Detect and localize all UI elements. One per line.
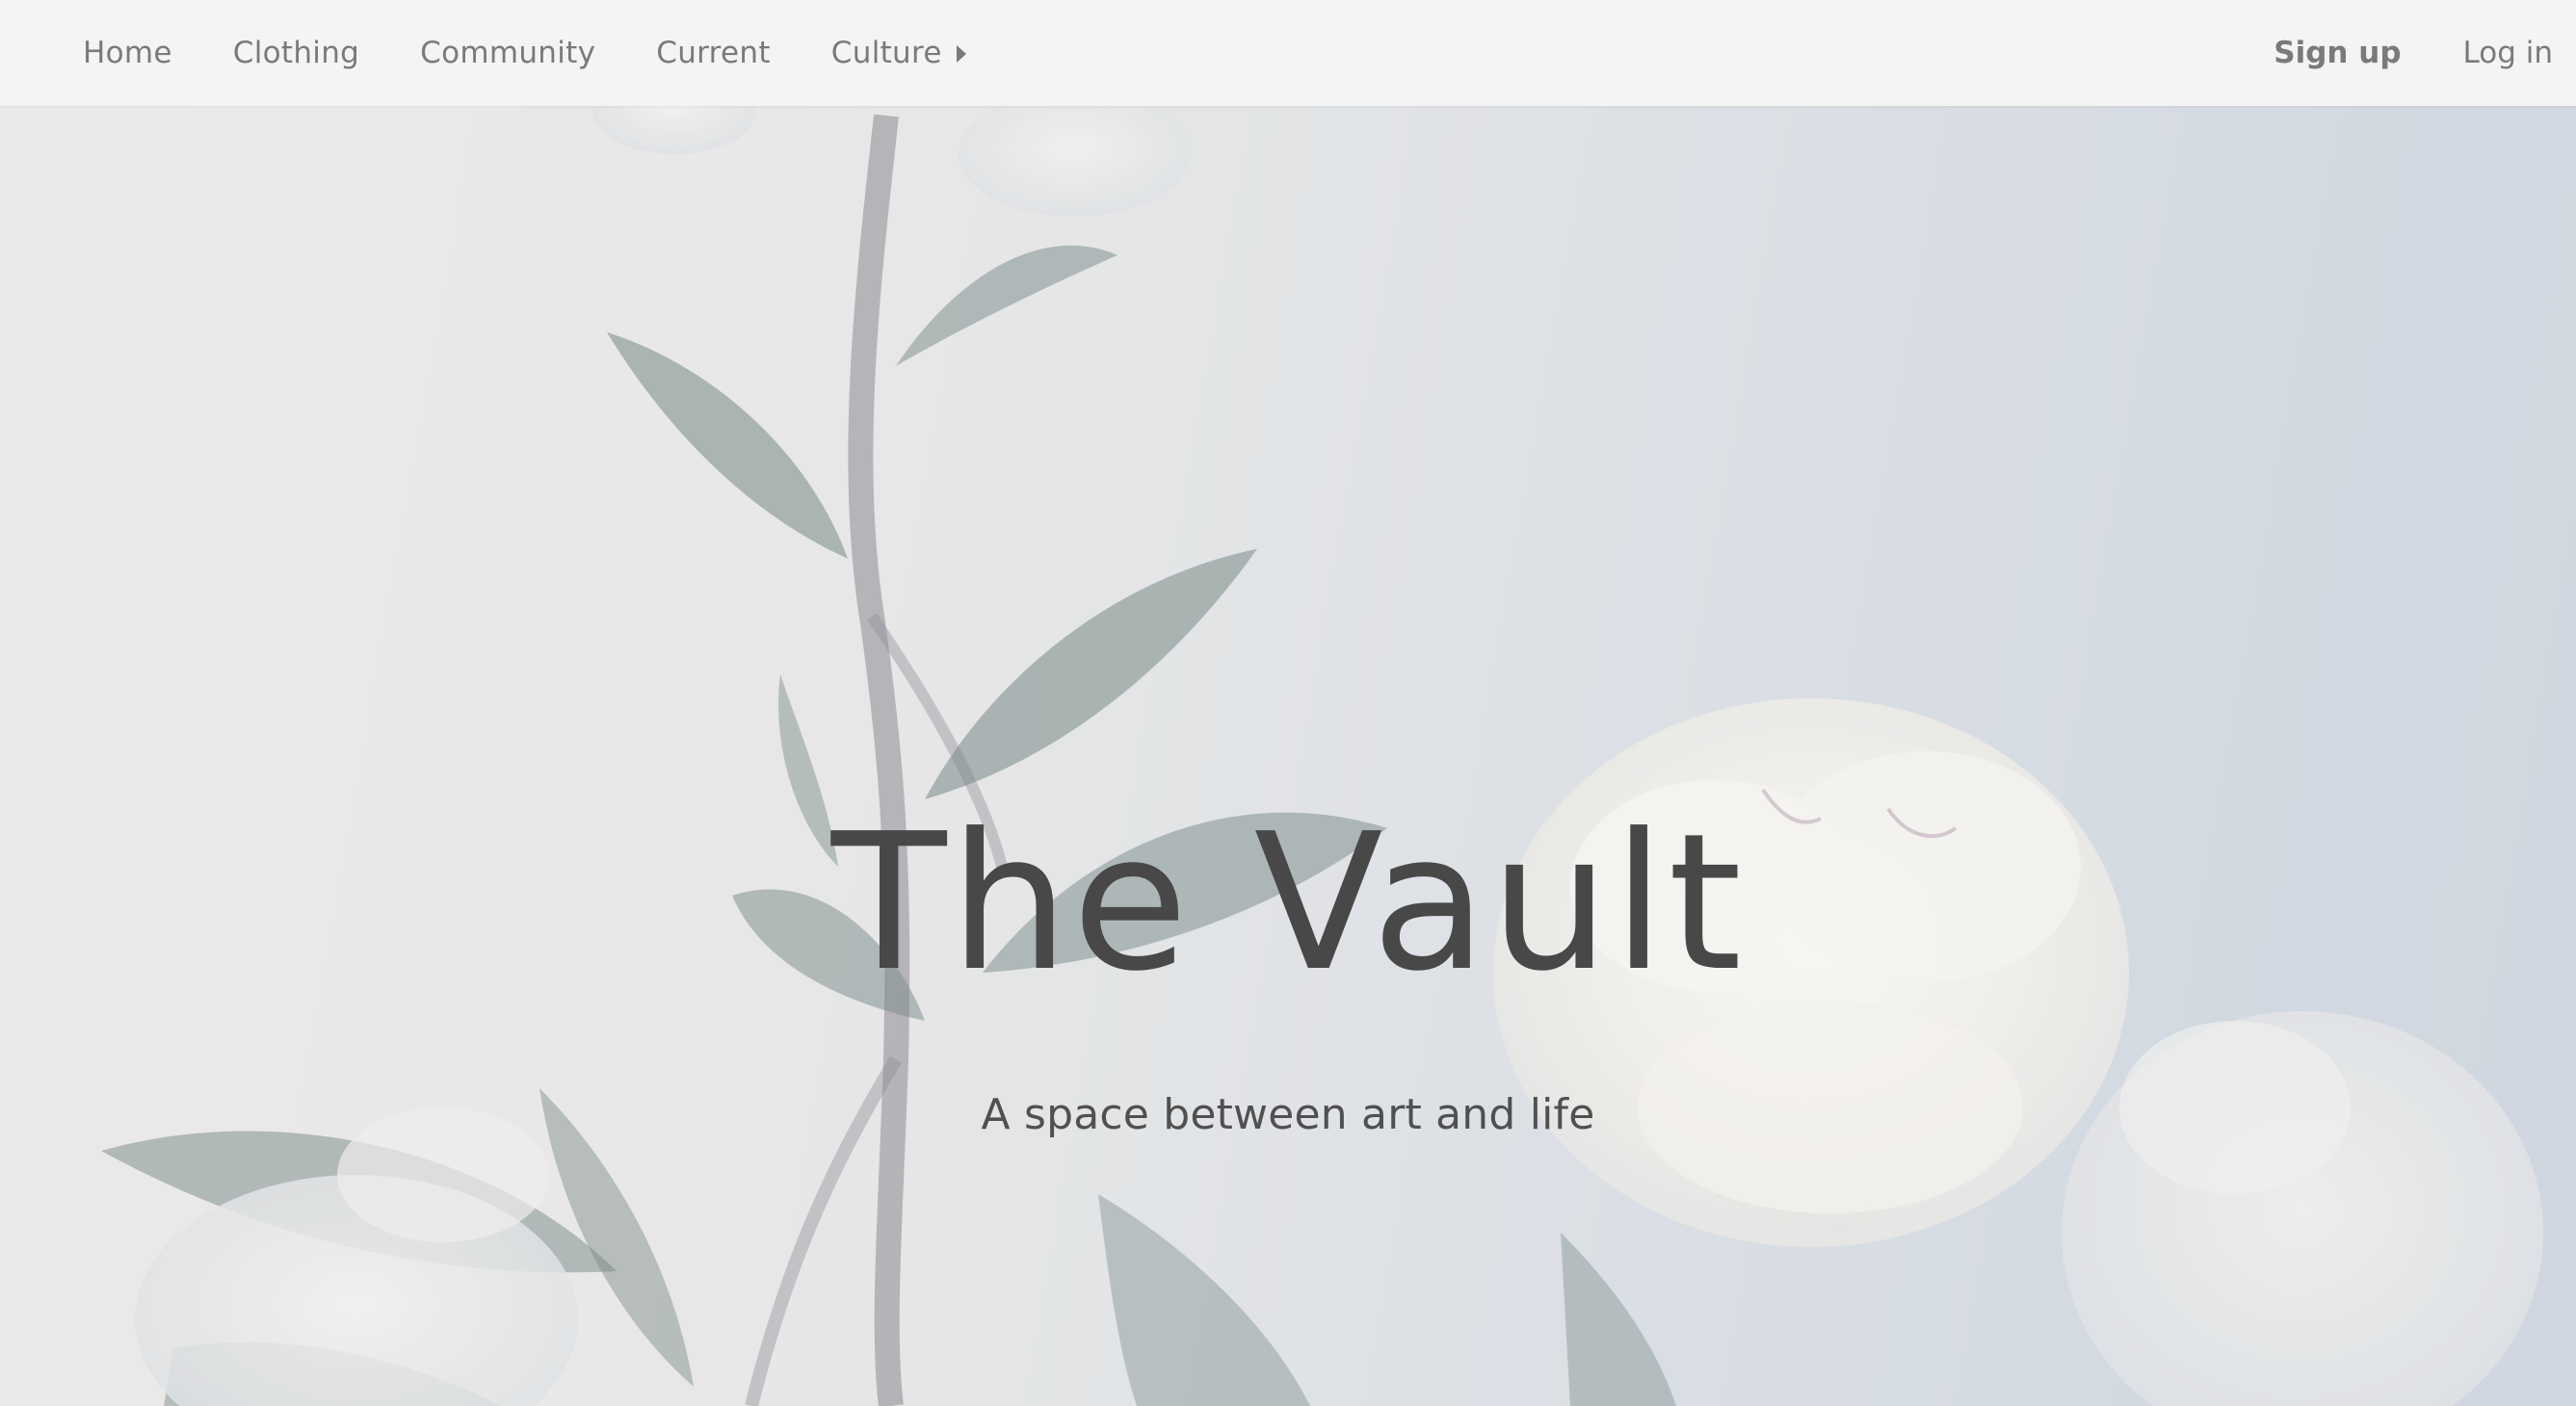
- login-link[interactable]: Log in: [2463, 36, 2553, 70]
- nav-item-culture-label: Culture: [830, 36, 942, 70]
- hero-subtitle: A space between art and life: [981, 1090, 1595, 1139]
- hero-overlay: [0, 0, 2576, 1406]
- nav-item-culture[interactable]: Culture: [831, 36, 966, 70]
- page: Home Clothing Community Current Culture …: [0, 0, 2576, 1406]
- nav-item-community[interactable]: Community: [420, 36, 595, 70]
- nav-item-current[interactable]: Current: [656, 36, 771, 70]
- nav-auth: Sign up Log in: [2274, 0, 2553, 106]
- nav-links: Home Clothing Community Current Culture: [83, 0, 1027, 106]
- hero-content: The Vault A space between art and life: [0, 809, 2576, 1139]
- nav-item-home[interactable]: Home: [83, 36, 172, 70]
- top-navbar: Home Clothing Community Current Culture …: [0, 0, 2576, 106]
- signup-link[interactable]: Sign up: [2274, 36, 2401, 70]
- hero-title: The Vault: [830, 794, 1746, 1013]
- nav-item-clothing[interactable]: Clothing: [233, 36, 359, 70]
- caret-right-icon: [956, 45, 966, 63]
